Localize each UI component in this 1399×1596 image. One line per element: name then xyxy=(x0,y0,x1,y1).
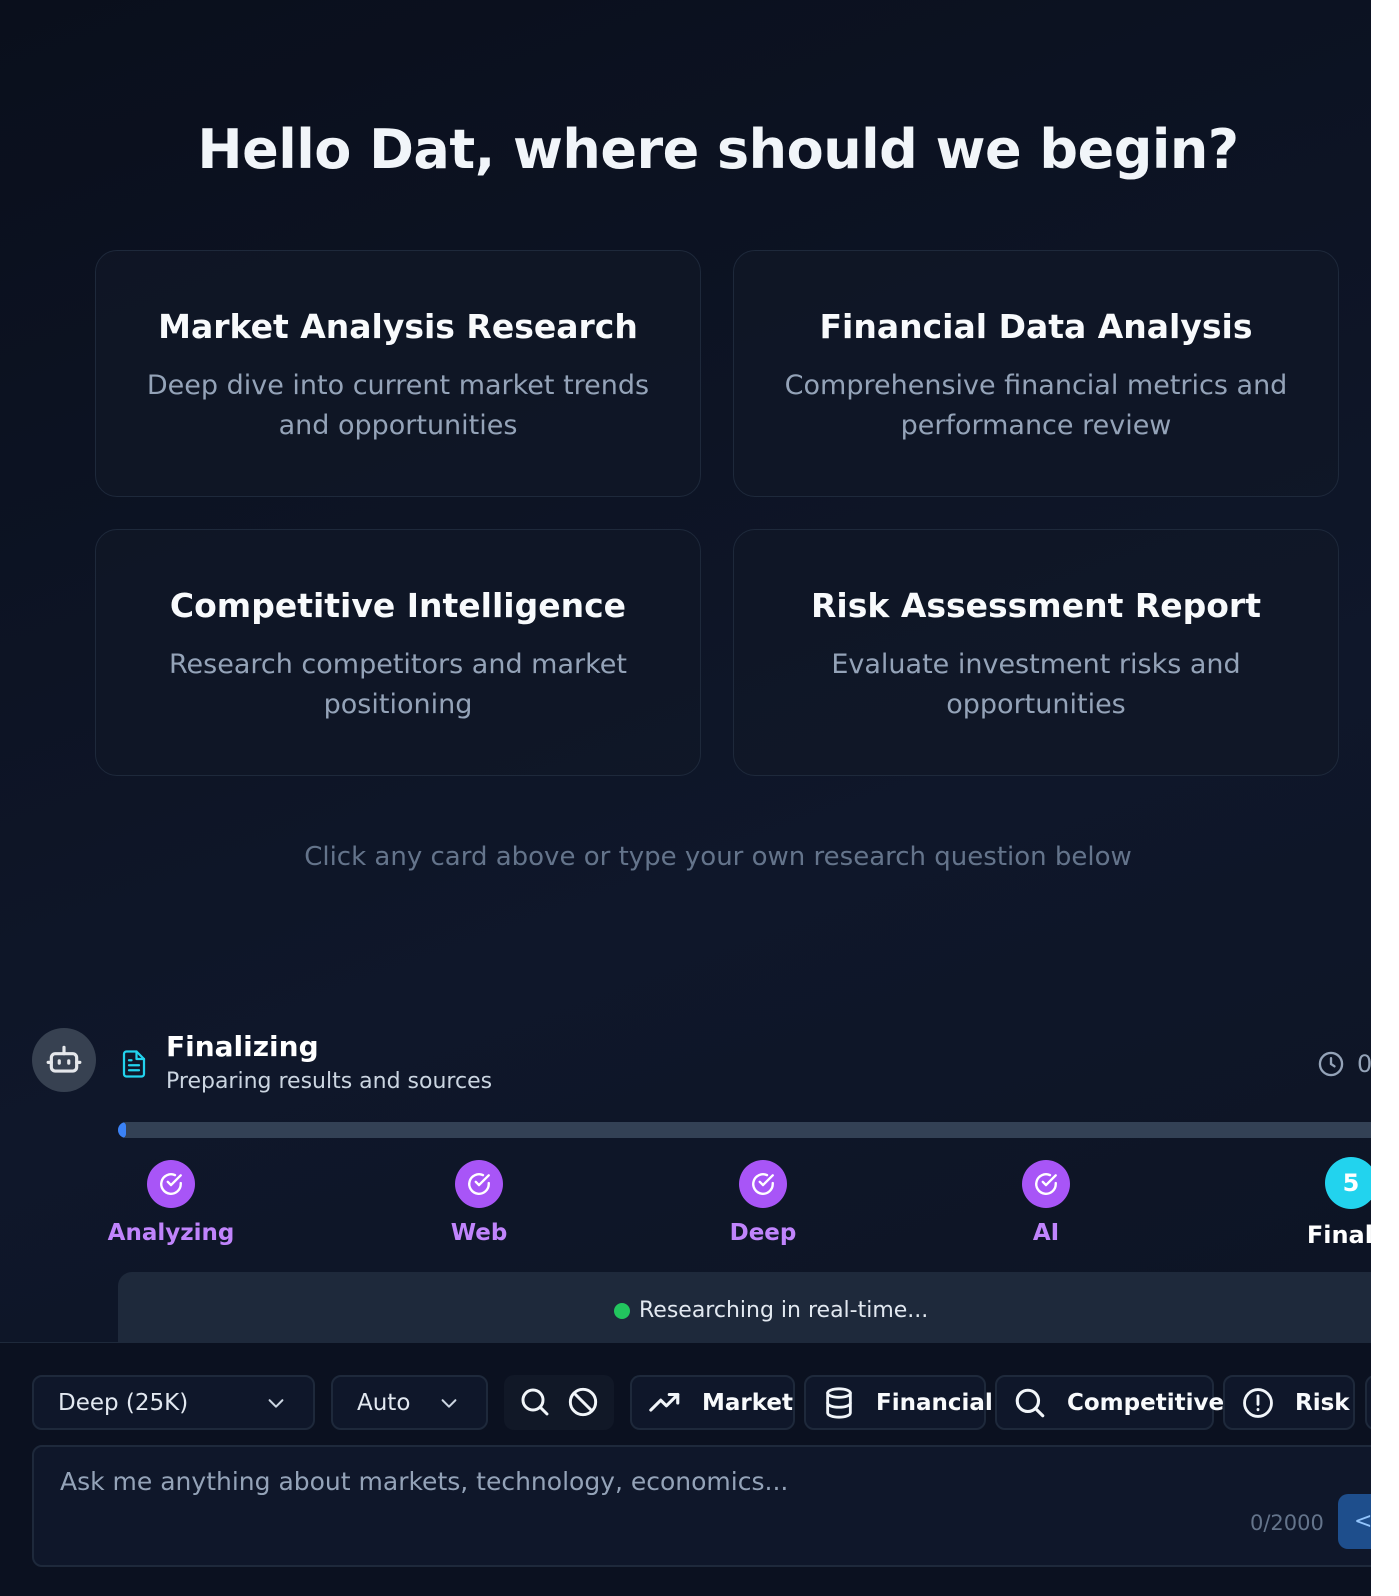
status-subtitle: Preparing results and sources xyxy=(166,1069,493,1094)
depth-select-value: Deep (25K) xyxy=(58,1389,189,1416)
chevron-down-icon xyxy=(441,1399,457,1408)
step-label: Analyzing xyxy=(107,1220,235,1246)
robot-icon xyxy=(32,1028,96,1092)
step-label: Web xyxy=(450,1220,508,1246)
alert-circle-icon xyxy=(1243,1387,1273,1418)
live-status-text: Researching in real-time... xyxy=(639,1298,929,1323)
step-number-badge: 5 xyxy=(1325,1157,1371,1209)
chip-label: Risk xyxy=(1295,1389,1350,1416)
progress-fill xyxy=(118,1122,126,1138)
char-counter: 0/2000 xyxy=(1250,1511,1324,1535)
progress-bar xyxy=(118,1122,1371,1138)
chip-label: Competitive xyxy=(1067,1389,1225,1416)
no-search-icon[interactable] xyxy=(567,1386,599,1418)
mode-select-value: Auto xyxy=(357,1389,411,1416)
question-input-box: 0/2000 < xyxy=(32,1445,1371,1567)
chip-competitive[interactable]: Competitive xyxy=(995,1375,1224,1430)
step-label: Deep xyxy=(729,1220,797,1246)
card-competitive-intelligence[interactable]: Competitive Intelligence Research compet… xyxy=(95,529,701,776)
chip-market[interactable]: Market xyxy=(630,1375,795,1430)
step-label: Finaliz xyxy=(1306,1221,1371,1249)
greeting-heading: Hello Dat, where should we begin? xyxy=(197,118,1239,181)
search-icon xyxy=(1015,1388,1045,1417)
check-circle-icon xyxy=(1022,1160,1070,1208)
question-input[interactable] xyxy=(58,1465,1258,1505)
search-icon[interactable] xyxy=(519,1386,551,1418)
chip-label: Market xyxy=(702,1389,794,1416)
card-description: Comprehensive financial metrics and perf… xyxy=(784,370,1288,441)
chip-risk[interactable]: Risk xyxy=(1223,1375,1355,1430)
check-circle-icon xyxy=(739,1160,787,1208)
check-circle-icon xyxy=(147,1160,195,1208)
chevron-down-icon xyxy=(268,1399,284,1408)
step-label: AI xyxy=(1032,1220,1060,1246)
elapsed-time: 0 xyxy=(1357,1050,1371,1078)
database-icon xyxy=(826,1386,852,1419)
card-risk-assessment[interactable]: Risk Assessment Report Evaluate investme… xyxy=(733,529,1339,776)
step-analyzing: Analyzing xyxy=(101,1160,241,1246)
document-icon xyxy=(122,1050,146,1078)
step-deep: Deep xyxy=(693,1160,833,1246)
card-description: Evaluate investment risks and opportunit… xyxy=(831,649,1241,720)
status-title: Finalizing xyxy=(166,1030,319,1063)
send-button[interactable]: < xyxy=(1338,1494,1371,1549)
step-finalizing: 5 Finaliz xyxy=(1281,1157,1371,1249)
window-edge xyxy=(1371,0,1399,1596)
card-title: Risk Assessment Report xyxy=(811,586,1261,625)
step-ai: AI xyxy=(976,1160,1116,1246)
trending-up-icon xyxy=(649,1392,680,1412)
live-status: Researching in real-time... xyxy=(614,1298,928,1323)
check-circle-icon xyxy=(455,1160,503,1208)
card-title: Financial Data Analysis xyxy=(819,307,1253,346)
card-description: Deep dive into current market trends and… xyxy=(146,370,650,441)
step-web: Web xyxy=(409,1160,549,1246)
mode-select[interactable]: Auto xyxy=(331,1375,488,1430)
chip-label: Financial xyxy=(876,1389,993,1416)
depth-select[interactable]: Deep (25K) xyxy=(32,1375,315,1430)
card-description: Research competitors and market position… xyxy=(169,649,627,720)
chip-financial[interactable]: Financial xyxy=(804,1375,993,1430)
clock-icon xyxy=(1318,1051,1344,1077)
research-app: Hello Dat, where should we begin? Market… xyxy=(0,0,1371,1596)
card-title: Competitive Intelligence xyxy=(169,586,627,625)
card-financial-data[interactable]: Financial Data Analysis Comprehensive fi… xyxy=(733,250,1339,497)
live-indicator-dot xyxy=(614,1302,630,1319)
card-market-analysis[interactable]: Market Analysis Research Deep dive into … xyxy=(95,250,701,497)
hint-text: Click any card above or type your own re… xyxy=(304,842,1132,872)
search-toggle-group xyxy=(504,1375,614,1430)
card-title: Market Analysis Research xyxy=(158,307,638,346)
